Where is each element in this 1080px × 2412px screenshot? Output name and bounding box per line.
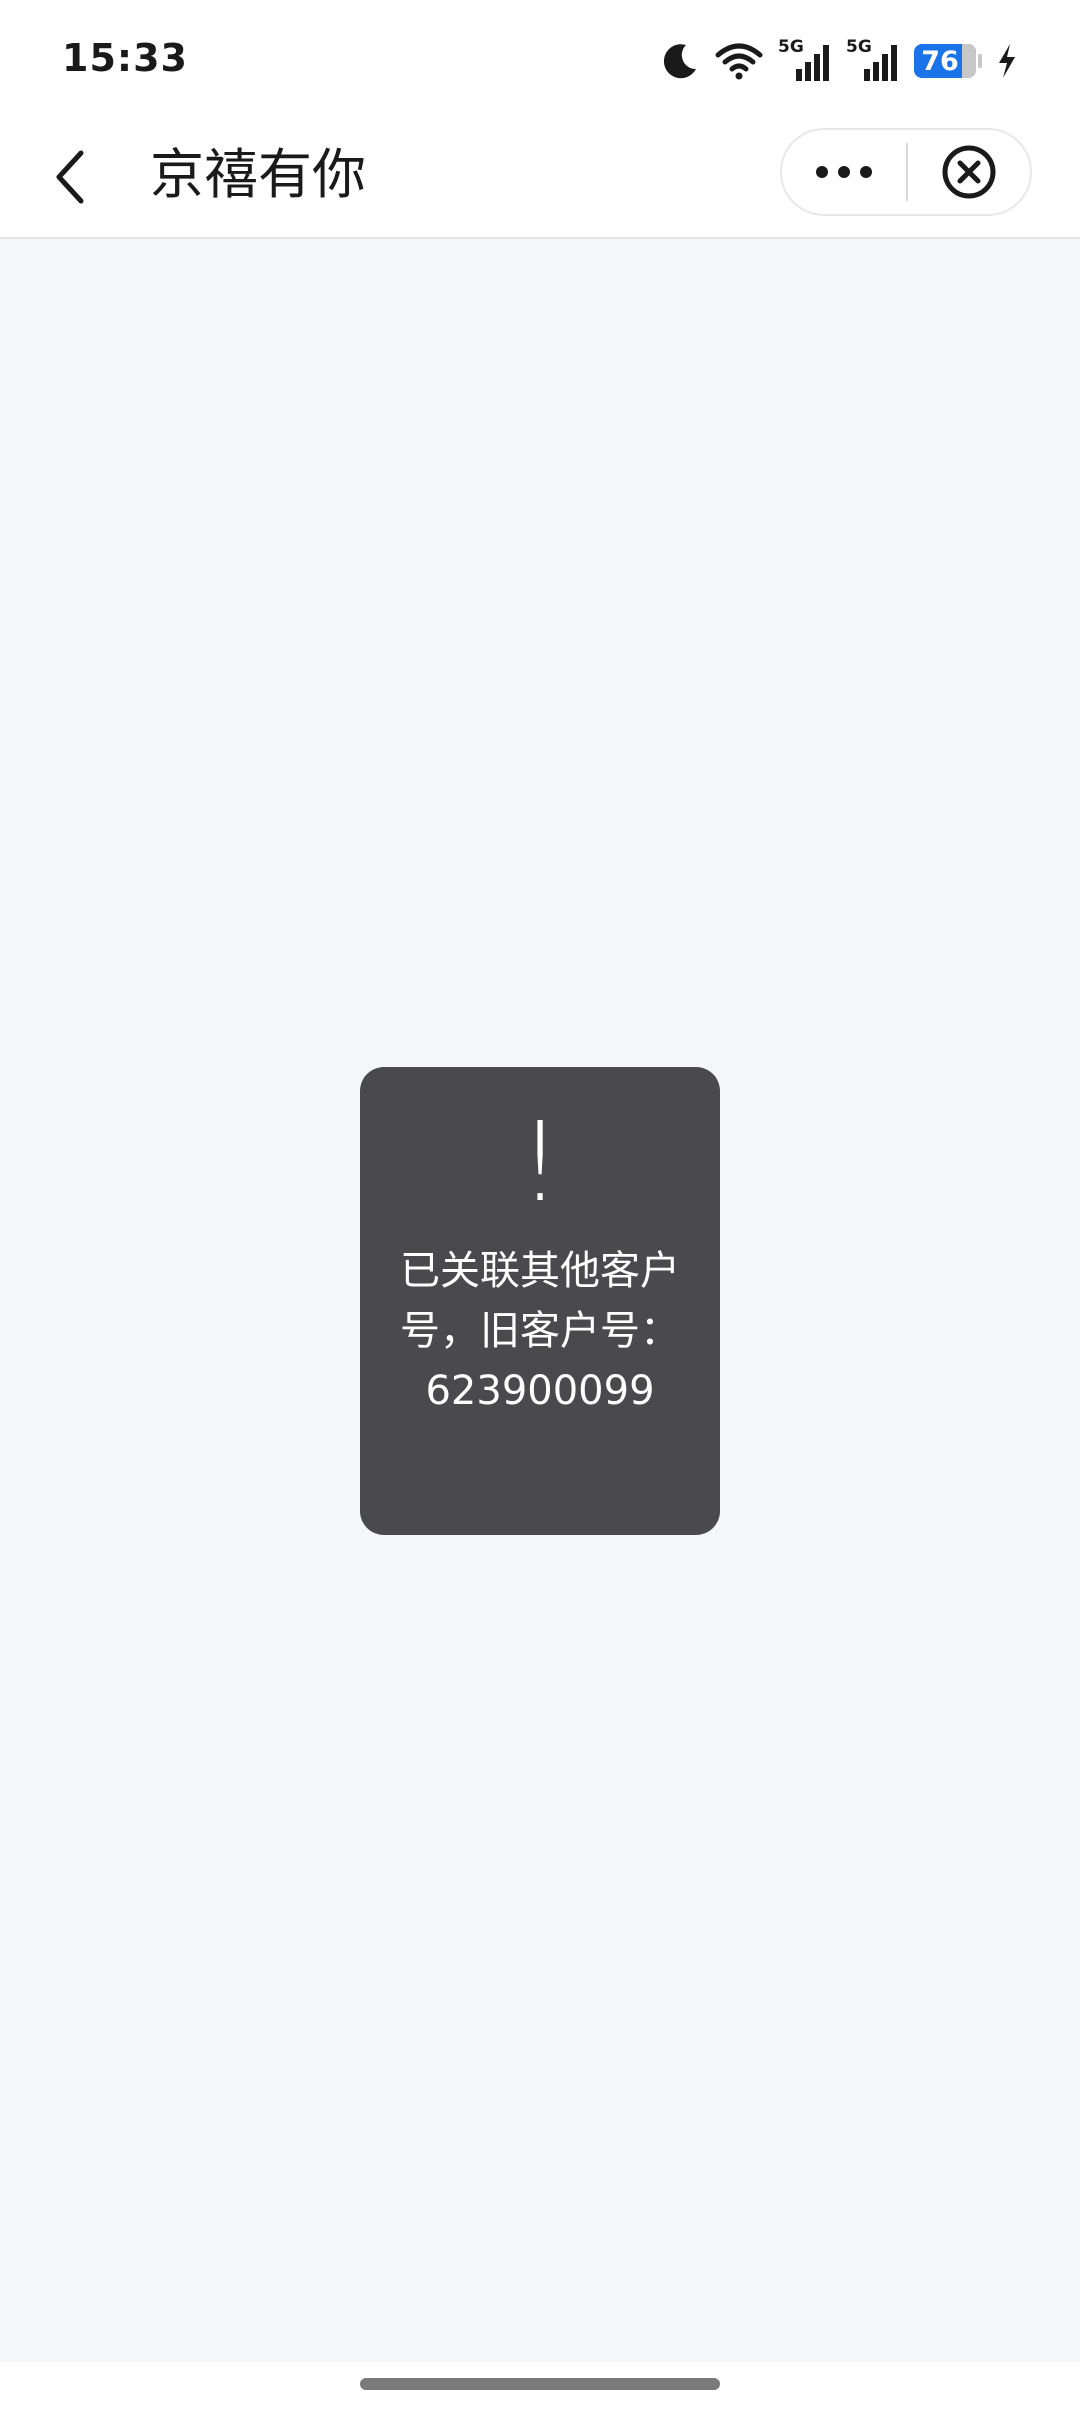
page-title: 京禧有你 [150,143,366,206]
status-icons: 5G 5G 76 [660,36,1018,86]
battery-icon: 76 [914,44,976,78]
more-button[interactable] [782,130,906,214]
close-circle-icon [942,145,996,199]
home-indicator[interactable] [360,2378,720,2390]
status-bar: 15:33 5G 5G 76 [0,0,1080,120]
wifi-icon [715,43,763,80]
signal-5g-icon: 5G [778,37,832,83]
toast-dialog: ! 已关联其他客户号，旧客户号：623900099 [360,1067,720,1535]
back-button[interactable] [36,142,106,212]
battery-level: 76 [921,45,959,77]
close-button[interactable] [908,130,1030,214]
more-dots-icon [816,166,872,178]
battery-cap [978,54,982,68]
mini-program-capsule [780,128,1032,216]
status-time: 15:33 [62,36,188,80]
charging-icon [999,44,1015,78]
toast-message: 已关联其他客户号，旧客户号：623900099 [400,1248,680,1414]
exclamation-icon: ! [517,1098,563,1226]
chevron-left-icon [56,150,84,204]
moon-icon [663,44,696,79]
signal-5g-icon: 5G [846,37,900,83]
nav-bar: 京禧有你 [0,120,1080,239]
